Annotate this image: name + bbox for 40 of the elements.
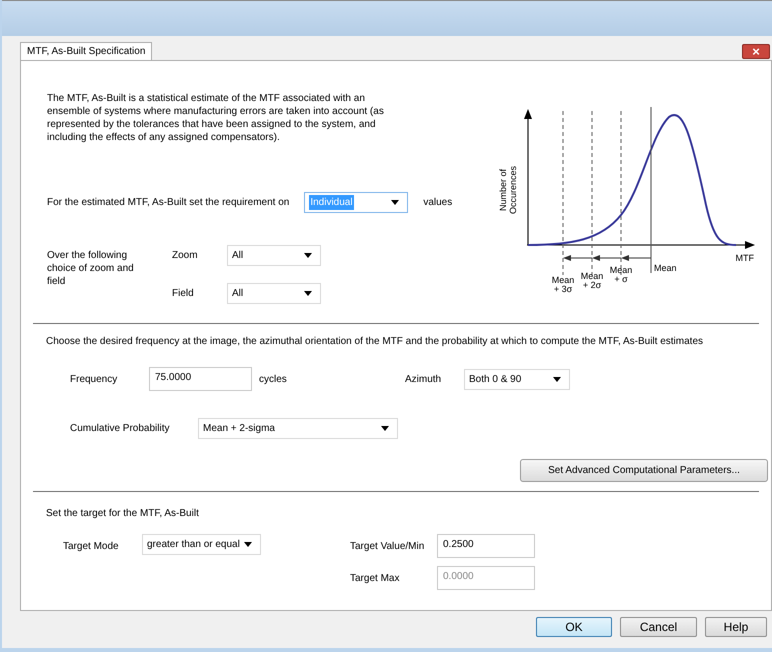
zoom-label: Zoom <box>172 249 199 263</box>
marker-label: Mean + 3σ <box>552 275 574 294</box>
cycles-label: cycles <box>259 372 288 386</box>
dropdown[interactable]: All <box>227 245 321 266</box>
dialog-button[interactable]: OK <box>536 617 612 637</box>
requirement-label: For the estimated MTF, As-Built set the requirement on <box>47 196 290 210</box>
input-field[interactable]: 0.2500 <box>437 534 535 558</box>
dropdown[interactable]: Both 0 & 90 <box>464 368 570 390</box>
target-mode-label: Target Mode <box>63 540 120 554</box>
compute-description: Choose the desired frequency at the image, the azimuthal orientation of the MTF and the probability at which to compute the MTF, As-Built estimates <box>46 335 704 349</box>
dialog-button[interactable]: Help <box>705 617 767 637</box>
caret-icon <box>304 291 312 296</box>
axis-label: Number of Occurences <box>498 166 518 214</box>
marker-label: Mean <box>654 263 677 273</box>
caret-icon <box>381 426 389 431</box>
frequency-label: Frequency <box>70 372 118 386</box>
dialog-button[interactable]: Cancel <box>620 617 697 637</box>
target-value-label: Target Value/Min <box>350 540 426 554</box>
dropdown[interactable]: All <box>227 283 321 304</box>
dropdown[interactable]: greater than or equal <box>142 534 261 554</box>
scope-label: Over the following choice of zoom and field <box>47 249 135 289</box>
azimuth-label: Azimuth <box>405 372 442 386</box>
dropdown[interactable]: Mean + 2-sigma <box>198 418 398 439</box>
values-label: values <box>423 196 452 210</box>
close-button[interactable]: × <box>742 44 770 59</box>
description-text: The MTF, As-Built is a statistical estimate of the MTF associated with an ensemble of systems where manufacturing errors are taken into account (as represented by the tolerances that have been assigned to the system, and including the effects of any assigned compensators). <box>47 92 385 144</box>
caret-icon <box>304 253 312 258</box>
target-description: Set the target for the MTF, As-Built <box>46 507 200 521</box>
caret-icon <box>553 376 561 382</box>
marker-label: Mean + 2σ <box>580 271 604 290</box>
field-label: Field <box>172 287 195 301</box>
advanced-parameters-button[interactable]: Set Advanced Computational Parameters... <box>520 459 768 482</box>
axis-label: MTF <box>736 253 754 263</box>
marker-label: Mean + σ <box>610 265 632 284</box>
input-field[interactable]: 75.0000 <box>149 367 252 391</box>
tab[interactable]: MTF, As-Built Specification <box>20 42 152 60</box>
caret-icon <box>391 200 400 205</box>
probability-label: Cumulative Probability <box>70 422 170 436</box>
caret-icon <box>244 542 252 546</box>
target-max-label: Target Max <box>350 572 400 586</box>
